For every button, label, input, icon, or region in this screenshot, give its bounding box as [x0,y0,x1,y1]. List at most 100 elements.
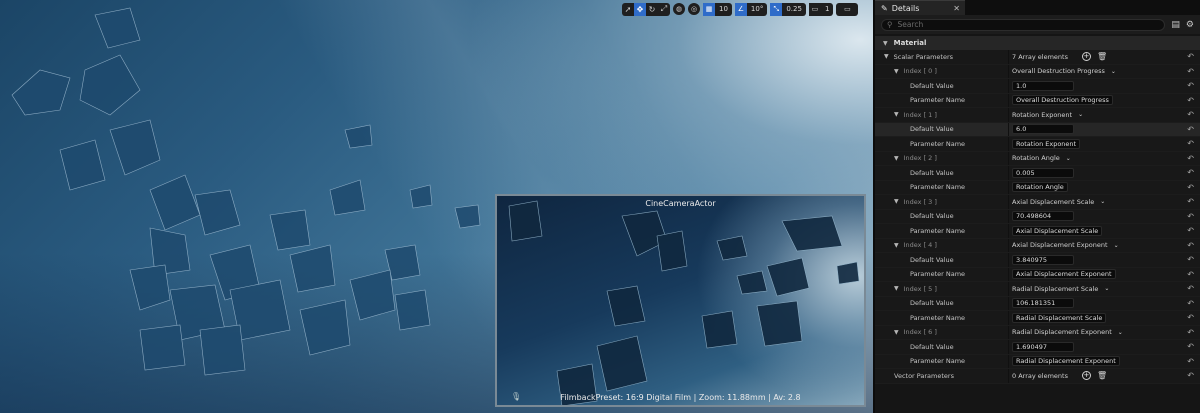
reset-icon[interactable]: ↶ [1187,270,1194,279]
reset-icon[interactable]: ↶ [1187,328,1194,337]
reset-icon[interactable]: ↶ [1187,110,1194,119]
default-value-field[interactable]: 106.181351 [1012,298,1074,309]
default-value-cell: 1.690497 [1012,341,1074,352]
reset-icon[interactable]: ↶ [1187,154,1194,163]
array-index-label: Index [ 1 ] [903,110,937,119]
scale-tool-icon[interactable]: ⤢ [658,3,670,16]
surface-snap-icon[interactable]: ◎ [688,3,700,15]
reset-icon[interactable]: ↶ [1187,226,1194,235]
add-element-icon[interactable]: + [1081,52,1091,62]
default-value-field[interactable]: 1.0 [1012,80,1074,91]
reset-icon[interactable]: ↶ [1187,81,1194,90]
table-view-icon[interactable]: ▤ [1171,20,1180,30]
rotation-snap-icon: ∠ [734,2,747,16]
default-value-cell: 6.0 [1012,124,1074,135]
reset-icon[interactable]: ↶ [1187,139,1194,148]
reset-icon[interactable]: ↶ [1187,96,1194,105]
parameter-name-field[interactable]: Rotation Angle [1012,182,1068,193]
parameter-name-field[interactable]: Overall Destruction Progress [1012,95,1113,106]
default-value-row: Default Value 1.690497 ↶ [875,340,1200,355]
chevron-down-icon[interactable]: ⌄ [1104,285,1109,292]
array-index-label: Index [ 5 ] [903,284,937,293]
scalar-parameters-name[interactable]: ▼ Scalar Parameters [884,53,953,61]
reset-icon[interactable]: ↶ [1187,342,1194,351]
scale-snap-value[interactable]: 0.25 [782,5,806,13]
parameter-name-cell: Axial Displacement Exponent [1012,269,1116,280]
reset-icon[interactable]: ↶ [1187,371,1194,380]
scalar-parameters-row: ▼ Scalar Parameters 7 Array elements + 🗑… [875,50,1200,65]
reset-icon[interactable]: ↶ [1187,299,1194,308]
default-value-field[interactable]: 70.498604 [1012,211,1074,222]
chevron-down-icon[interactable]: ⌄ [1118,329,1123,336]
gear-icon[interactable]: ⚙ [1186,20,1194,30]
translate-tool-icon[interactable]: ✥ [634,2,646,16]
default-value-field[interactable]: 0.005 [1012,167,1074,178]
index-header-value: Radial Displacement Scale [1012,284,1099,293]
reset-icon[interactable]: ↶ [1187,284,1194,293]
array-index-name[interactable]: ▼ Index [ 3 ] [894,198,937,206]
chevron-down-icon[interactable]: ⌄ [1078,111,1083,118]
column-divider [1008,64,1009,78]
reset-icon[interactable]: ↶ [1187,313,1194,322]
select-tool-icon[interactable]: ➚ [622,3,634,16]
reset-icon[interactable]: ↶ [1187,168,1194,177]
world-space-icon[interactable]: ◍ [673,3,685,15]
chevron-down-icon: ▼ [894,111,899,119]
tab-details[interactable]: ✎ Details ✕ [875,0,965,15]
parameter-name-row: Parameter Name Radial Displacement Scale… [875,311,1200,326]
camera-speed-toggle[interactable]: ▭ 1 [808,2,834,16]
reset-icon[interactable]: ↶ [1187,357,1194,366]
parameter-name-field[interactable]: Radial Displacement Exponent [1012,356,1120,367]
reset-icon[interactable]: ↶ [1187,197,1194,206]
reset-icon[interactable]: ↶ [1187,125,1194,134]
grid-snap-toggle[interactable]: ▦ 10 [703,2,732,16]
viewport-layout-button[interactable]: ▭ [836,2,859,16]
chevron-down-icon[interactable]: ⌄ [1100,198,1105,205]
default-value-row: Default Value 6.0 ↶ [875,122,1200,137]
trash-icon[interactable]: 🗑 [1097,371,1107,380]
array-index-name[interactable]: ▼ Index [ 0 ] [894,67,937,75]
rotation-snap-toggle[interactable]: ∠ 10° [734,2,768,16]
array-index-name[interactable]: ▼ Index [ 1 ] [894,111,937,119]
chevron-down-icon[interactable]: ⌄ [1111,68,1116,75]
parameter-name-label: Parameter Name [910,313,966,322]
array-index-name[interactable]: ▼ Index [ 4 ] [894,241,937,249]
search-input[interactable]: ⚲ Search [881,18,1166,31]
rotation-snap-value[interactable]: 10° [747,5,767,13]
trash-icon[interactable]: 🗑 [1097,52,1107,61]
add-element-icon[interactable]: + [1081,371,1091,381]
parameter-name-cell: Overall Destruction Progress [1012,95,1113,106]
reset-icon[interactable]: ↶ [1187,241,1194,250]
scale-snap-toggle[interactable]: ⤡ 0.25 [770,2,806,16]
chevron-down-icon[interactable]: ⌄ [1114,242,1119,249]
array-index-name[interactable]: ▼ Index [ 6 ] [894,328,937,336]
reset-icon[interactable]: ↶ [1187,67,1194,76]
reset-icon[interactable]: ↶ [1187,52,1194,61]
reset-icon[interactable]: ↶ [1187,212,1194,221]
parameter-name-field[interactable]: Rotation Exponent [1012,138,1081,149]
close-icon[interactable]: ✕ [953,4,960,13]
array-index-row: ▼ Index [ 0 ] Overall Destruction Progre… [875,64,1200,79]
default-value-field[interactable]: 6.0 [1012,124,1074,135]
reset-icon[interactable]: ↶ [1187,183,1194,192]
viewport-layout-icon: ▭ [844,5,851,13]
section-material[interactable]: ▼ Material [875,36,1200,50]
rotate-tool-icon[interactable]: ↻ [646,3,658,16]
grid-snap-value[interactable]: 10 [715,5,732,13]
array-index-name[interactable]: ▼ Index [ 2 ] [894,154,937,162]
default-value-field[interactable]: 3.840975 [1012,254,1074,265]
parameter-name-field[interactable]: Axial Displacement Scale [1012,225,1103,236]
camera-speed-value[interactable]: 1 [821,5,833,13]
default-value-field[interactable]: 1.690497 [1012,341,1074,352]
parameter-name-label: Parameter Name [910,96,966,105]
level-viewport[interactable]: ➚ ✥ ↻ ⤢ ◍ ◎ ▦ 10 ∠ 10° ⤡ 0.25 ▭ 1 ▭ Cine… [0,0,873,413]
parameter-name-cell: Radial Displacement Scale [1012,312,1107,323]
parameter-name-field[interactable]: Radial Displacement Scale [1012,312,1107,323]
parameter-name-field[interactable]: Axial Displacement Exponent [1012,269,1116,280]
array-index-name[interactable]: ▼ Index [ 5 ] [894,285,937,293]
reset-icon[interactable]: ↶ [1187,255,1194,264]
vector-parameters-name[interactable]: Vector Parameters [894,372,954,380]
array-index-value: Rotation Exponent ⌄ [1012,111,1083,119]
chevron-down-icon[interactable]: ⌄ [1066,155,1071,162]
debris-shard [409,184,433,209]
